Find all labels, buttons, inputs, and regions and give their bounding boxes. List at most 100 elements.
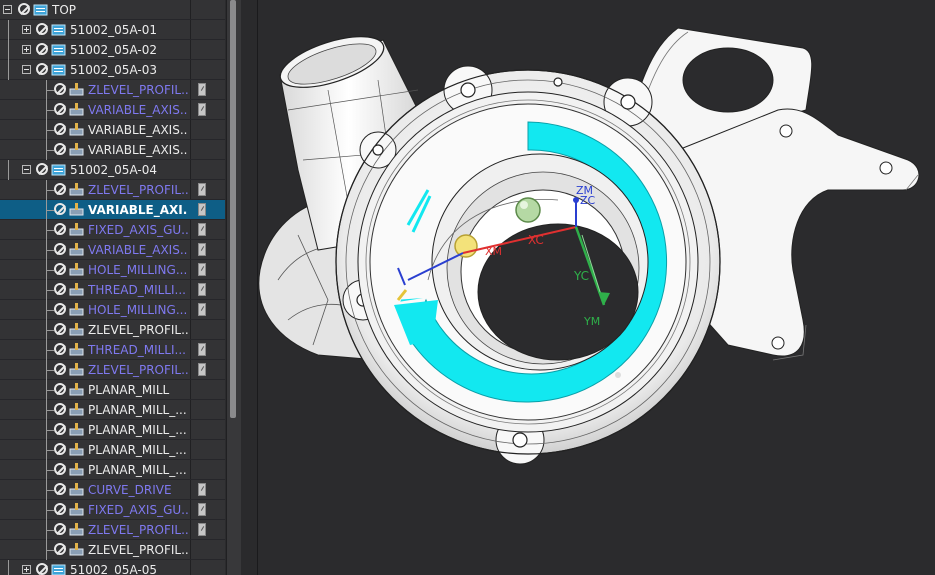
- operation-type-icon: [69, 262, 84, 277]
- operation-row[interactable]: PLANAR_MILL: [0, 380, 225, 400]
- tree-guide-line: [8, 560, 9, 575]
- no-status-icon: [54, 243, 66, 255]
- program-folder-icon: [51, 62, 66, 77]
- no-status-icon: [54, 183, 66, 195]
- no-status-icon: [54, 303, 66, 315]
- tree-guide-line: [46, 320, 47, 340]
- collapse-toggle[interactable]: [3, 5, 12, 14]
- operation-row[interactable]: HOLE_MILLING...: [0, 260, 225, 280]
- operation-row[interactable]: ZLEVEL_PROFIL...: [0, 320, 225, 340]
- tree-guide-line: [46, 240, 47, 260]
- node-label: CURVE_DRIVE: [88, 483, 172, 497]
- root-row[interactable]: TOP: [0, 0, 225, 20]
- tree-connector: [46, 450, 54, 451]
- program-group-row[interactable]: 51002_05A-01: [0, 20, 225, 40]
- tool-status-icon: [198, 363, 206, 376]
- program-group-row[interactable]: 51002_05A-02: [0, 40, 225, 60]
- operation-row[interactable]: THREAD_MILLI...: [0, 340, 225, 360]
- program-folder-icon: [51, 42, 66, 57]
- tree-guide-line: [46, 140, 47, 160]
- tool-status-icon: [198, 303, 206, 316]
- program-group-row[interactable]: 51002_05A-05: [0, 560, 225, 575]
- navigator-scroll-thumb[interactable]: [230, 0, 236, 418]
- operation-row[interactable]: VARIABLE_AXIS...: [0, 140, 225, 160]
- node-label: THREAD_MILLI...: [88, 343, 186, 357]
- operation-type-icon: [69, 422, 84, 437]
- tree-connector: [46, 210, 54, 211]
- tool-ball-green: [515, 197, 541, 223]
- operation-type-icon: [69, 182, 84, 197]
- no-status-icon: [54, 123, 66, 135]
- tree-guide-line: [46, 180, 47, 200]
- operation-row[interactable]: VARIABLE_AXI...: [0, 200, 225, 220]
- tool-status-icon: [198, 263, 206, 276]
- node-label: 51002_05A-01: [70, 23, 157, 37]
- operation-row[interactable]: HOLE_MILLING...: [0, 300, 225, 320]
- collapse-toggle[interactable]: [22, 165, 31, 174]
- tree-connector: [46, 90, 54, 91]
- operation-row[interactable]: ZLEVEL_PROFIL...: [0, 180, 225, 200]
- tree-guide-line: [46, 200, 47, 220]
- operation-type-icon: [69, 342, 84, 357]
- expand-toggle[interactable]: [22, 25, 31, 34]
- operation-type-icon: [69, 222, 84, 237]
- program-group-row[interactable]: 51002_05A-03: [0, 60, 225, 80]
- tool-status-icon: [198, 83, 206, 96]
- operation-type-icon: [69, 362, 84, 377]
- operation-type-icon: [69, 82, 84, 97]
- operation-row[interactable]: VARIABLE_AXIS...: [0, 100, 225, 120]
- operation-type-icon: [69, 522, 84, 537]
- tree-connector: [46, 190, 54, 191]
- collapse-toggle[interactable]: [22, 65, 31, 74]
- label-xm: XM: [485, 245, 502, 258]
- operation-row[interactable]: PLANAR_MILL_...: [0, 420, 225, 440]
- node-label: ZLEVEL_PROFIL...: [88, 83, 188, 97]
- program-folder-icon: [33, 2, 48, 17]
- tree-guide-line: [46, 260, 47, 280]
- operation-row[interactable]: VARIABLE_AXIS...: [0, 240, 225, 260]
- program-folder-icon: [51, 162, 66, 177]
- tree-guide-line: [8, 160, 9, 180]
- node-label: 51002_05A-03: [70, 63, 157, 77]
- operation-row[interactable]: ZLEVEL_PROFIL...: [0, 80, 225, 100]
- part-model-view: XC XM ZM ZC YC YM: [258, 27, 920, 465]
- program-folder-icon: [51, 22, 66, 37]
- graphics-viewport[interactable]: XC XM ZM ZC YC YM: [258, 0, 935, 575]
- panel-splitter[interactable]: [241, 0, 258, 575]
- operation-row[interactable]: THREAD_MILLI...: [0, 280, 225, 300]
- tree-connector: [46, 370, 54, 371]
- operation-row[interactable]: PLANAR_MILL_...: [0, 440, 225, 460]
- operation-row[interactable]: PLANAR_MILL_...: [0, 460, 225, 480]
- no-status-icon: [54, 423, 66, 435]
- expand-toggle[interactable]: [22, 565, 31, 574]
- node-label: HOLE_MILLING...: [88, 303, 188, 317]
- no-status-icon: [18, 3, 30, 15]
- operation-row[interactable]: PLANAR_MILL_...: [0, 400, 225, 420]
- no-status-icon: [54, 403, 66, 415]
- tool-status-icon: [198, 283, 206, 296]
- node-label: PLANAR_MILL_...: [88, 463, 187, 477]
- operation-row[interactable]: CURVE_DRIVE: [0, 480, 225, 500]
- operation-row[interactable]: FIXED_AXIS_GU...: [0, 500, 225, 520]
- node-label: 51002_05A-04: [70, 163, 157, 177]
- label-yc: YC: [573, 269, 589, 283]
- tree-guide-line: [46, 440, 47, 460]
- tree-guide-line: [46, 460, 47, 480]
- no-status-icon: [54, 483, 66, 495]
- tree-connector: [46, 110, 54, 111]
- operation-row[interactable]: VARIABLE_AXIS...: [0, 120, 225, 140]
- node-label: 51002_05A-02: [70, 43, 157, 57]
- expand-toggle[interactable]: [22, 45, 31, 54]
- program-folder-icon: [51, 562, 66, 575]
- operation-row[interactable]: ZLEVEL_PROFIL...: [0, 540, 225, 560]
- operation-navigator: TOP 51002_05A-01 51002_05A-02 51002_05A-03 Z…: [0, 0, 225, 575]
- tree-connector: [46, 330, 54, 331]
- operation-row[interactable]: ZLEVEL_PROFIL...: [0, 360, 225, 380]
- program-group-row[interactable]: 51002_05A-04: [0, 160, 225, 180]
- label-ym: YM: [583, 315, 600, 328]
- node-label: ZLEVEL_PROFIL...: [88, 323, 188, 337]
- operation-row[interactable]: ZLEVEL_PROFIL...: [0, 520, 225, 540]
- tree-connector: [46, 250, 54, 251]
- operation-row[interactable]: FIXED_AXIS_GU...: [0, 220, 225, 240]
- node-label: ZLEVEL_PROFIL...: [88, 523, 188, 537]
